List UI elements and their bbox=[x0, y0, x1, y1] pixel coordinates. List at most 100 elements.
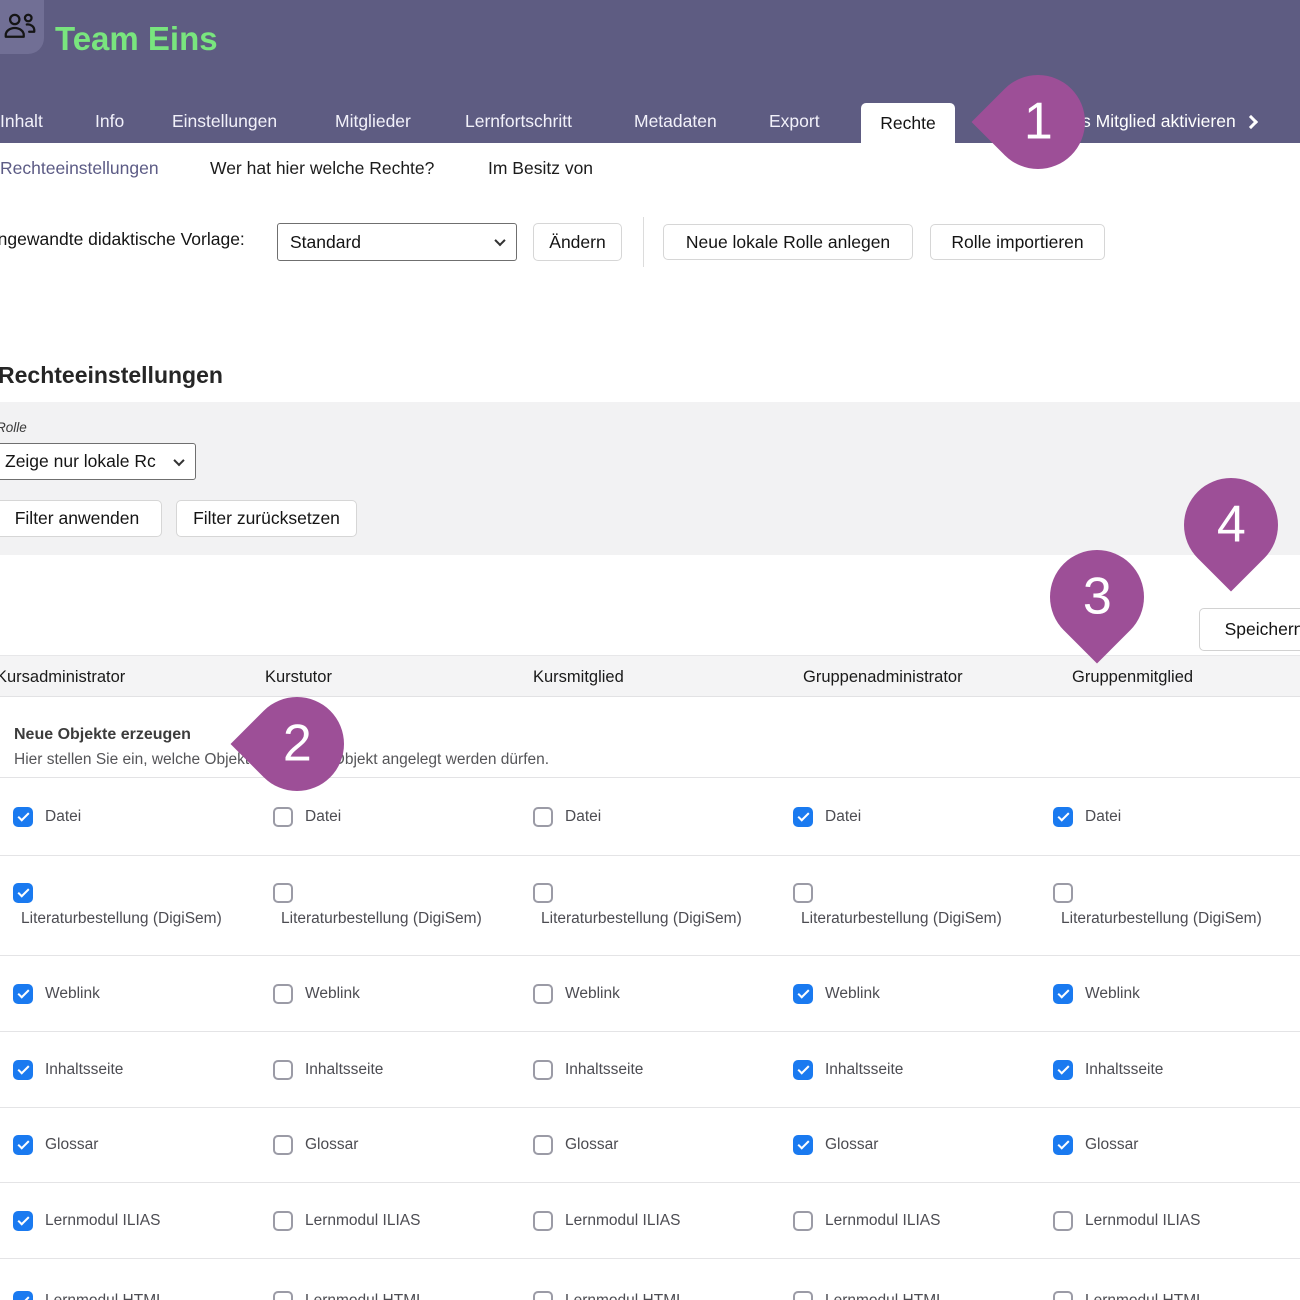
permission-checkbox[interactable] bbox=[533, 1291, 553, 1300]
check-icon bbox=[17, 1213, 29, 1225]
page-header: Team Eins Inhalt Info Einstellungen Mitg… bbox=[0, 0, 1300, 143]
permission-checkbox[interactable] bbox=[793, 984, 813, 1004]
permission-checkbox[interactable] bbox=[13, 1291, 33, 1300]
permission-checkbox[interactable] bbox=[13, 984, 33, 1004]
role-filter-label: Rolle bbox=[0, 420, 27, 435]
didactic-template-select[interactable]: Standard bbox=[277, 223, 517, 261]
filter-apply-button[interactable]: Filter anwenden bbox=[0, 500, 162, 537]
column-header-2: Kurstutor bbox=[265, 656, 332, 698]
permission-cell: Glossar bbox=[793, 1108, 878, 1182]
permission-checkbox[interactable] bbox=[533, 984, 553, 1004]
permission-cell: Lernmodul ILIAS bbox=[13, 1183, 160, 1258]
permission-row: WeblinkWeblinkWeblinkWeblinkWeblink bbox=[0, 956, 1300, 1032]
tab-export[interactable]: Export bbox=[769, 100, 820, 143]
permission-checkbox[interactable] bbox=[1053, 1291, 1073, 1300]
permission-checkbox[interactable] bbox=[13, 1060, 33, 1080]
permission-checkbox[interactable] bbox=[793, 1060, 813, 1080]
chevron-down-icon bbox=[494, 235, 505, 246]
permission-checkbox[interactable] bbox=[13, 1135, 33, 1155]
permission-checkbox[interactable] bbox=[1053, 807, 1073, 827]
permission-checkbox[interactable] bbox=[1053, 1135, 1073, 1155]
permission-label: Literaturbestellung (DigiSem) bbox=[21, 910, 222, 928]
permission-checkbox[interactable] bbox=[533, 807, 553, 827]
check-icon bbox=[1057, 1138, 1069, 1150]
permission-checkbox[interactable] bbox=[533, 883, 553, 903]
permission-label: Inhaltsseite bbox=[1085, 1061, 1163, 1079]
permission-cell: Inhaltsseite bbox=[533, 1032, 643, 1107]
subtab-im-besitz-von[interactable]: Im Besitz von bbox=[488, 143, 593, 193]
permission-label: Glossar bbox=[565, 1136, 618, 1154]
permission-label: Lernmodul HTML bbox=[825, 1292, 945, 1300]
permission-label: Lernmodul HTML bbox=[305, 1292, 425, 1300]
check-icon bbox=[797, 809, 809, 821]
permission-checkbox[interactable] bbox=[273, 1060, 293, 1080]
permission-checkbox[interactable] bbox=[533, 1135, 553, 1155]
permission-label: Literaturbestellung (DigiSem) bbox=[541, 910, 742, 928]
permission-checkbox[interactable] bbox=[793, 1211, 813, 1231]
permission-rows: DateiDateiDateiDateiDateiLiteraturbestel… bbox=[0, 778, 1300, 1300]
permission-label: Datei bbox=[45, 808, 81, 826]
permission-checkbox[interactable] bbox=[13, 883, 33, 903]
permission-checkbox[interactable] bbox=[13, 807, 33, 827]
permission-label: Inhaltsseite bbox=[45, 1061, 123, 1079]
check-icon bbox=[17, 1062, 29, 1074]
tab-metadaten[interactable]: Metadaten bbox=[634, 100, 717, 143]
tab-lernfortschritt[interactable]: Lernfortschritt bbox=[465, 100, 572, 143]
permission-checkbox[interactable] bbox=[273, 1211, 293, 1231]
permission-checkbox[interactable] bbox=[273, 1291, 293, 1300]
check-icon bbox=[797, 1138, 809, 1150]
tab-mitglieder[interactable]: Mitglieder bbox=[335, 100, 411, 143]
permission-checkbox[interactable] bbox=[273, 1135, 293, 1155]
marker-4-number: 4 bbox=[1217, 499, 1246, 551]
permission-label: Datei bbox=[825, 808, 861, 826]
import-role-button[interactable]: Rolle importieren bbox=[930, 224, 1105, 260]
permission-checkbox[interactable] bbox=[1053, 1211, 1073, 1231]
permission-row: GlossarGlossarGlossarGlossarGlossar bbox=[0, 1108, 1300, 1183]
subtab-rechteeinstellungen[interactable]: Rechteeinstellungen bbox=[0, 143, 159, 193]
member-action-link[interactable]: s Mitglied aktivieren bbox=[1082, 100, 1256, 143]
permission-label: Lernmodul ILIAS bbox=[305, 1212, 420, 1230]
permission-checkbox[interactable] bbox=[793, 1135, 813, 1155]
permission-cell: Glossar bbox=[273, 1108, 358, 1182]
permission-label: Weblink bbox=[825, 985, 880, 1003]
permission-checkbox[interactable] bbox=[273, 984, 293, 1004]
column-header-5: Gruppenmitglied bbox=[1072, 656, 1193, 698]
permission-checkbox[interactable] bbox=[533, 1060, 553, 1080]
check-icon bbox=[797, 986, 809, 998]
check-icon bbox=[17, 1294, 29, 1300]
permission-checkbox[interactable] bbox=[13, 1211, 33, 1231]
permission-checkbox[interactable] bbox=[1053, 984, 1073, 1004]
permission-checkbox[interactable] bbox=[793, 1291, 813, 1300]
permission-checkbox[interactable] bbox=[273, 807, 293, 827]
permission-cell: Inhaltsseite bbox=[13, 1032, 123, 1107]
permission-cell: Datei bbox=[13, 778, 81, 855]
filter-reset-button[interactable]: Filter zurücksetzen bbox=[176, 500, 357, 537]
tab-einstellungen[interactable]: Einstellungen bbox=[172, 100, 277, 143]
permission-checkbox[interactable] bbox=[533, 1211, 553, 1231]
permission-checkbox[interactable] bbox=[793, 807, 813, 827]
permission-checkbox[interactable] bbox=[1053, 1060, 1073, 1080]
permission-cell: Literaturbestellung (DigiSem) bbox=[1053, 856, 1262, 955]
permission-checkbox[interactable] bbox=[1053, 883, 1073, 903]
object-icon-box bbox=[0, 0, 44, 54]
permission-checkbox[interactable] bbox=[273, 883, 293, 903]
permission-label: Weblink bbox=[565, 985, 620, 1003]
page-title: Team Eins bbox=[55, 20, 218, 58]
permission-cell: Lernmodul ILIAS bbox=[533, 1183, 680, 1258]
save-button[interactable]: Speichern bbox=[1199, 608, 1300, 651]
new-local-role-button[interactable]: Neue lokale Rolle anlegen bbox=[663, 224, 913, 260]
change-template-button[interactable]: Ändern bbox=[533, 223, 622, 261]
tab-inhalt[interactable]: Inhalt bbox=[0, 100, 43, 143]
permission-cell: Weblink bbox=[273, 956, 360, 1031]
permission-checkbox[interactable] bbox=[793, 883, 813, 903]
role-filter-select[interactable]: Zeige nur lokale Rc bbox=[0, 443, 196, 480]
tab-info[interactable]: Info bbox=[95, 100, 124, 143]
permission-cell: Weblink bbox=[533, 956, 620, 1031]
permission-label: Datei bbox=[565, 808, 601, 826]
group-icon bbox=[2, 10, 38, 44]
tab-rechte[interactable]: Rechte bbox=[861, 103, 955, 143]
role-filter-select-value: Zeige nur lokale Rc bbox=[5, 451, 156, 472]
subtab-wer-hat-rechte[interactable]: Wer hat hier welche Rechte? bbox=[210, 143, 434, 193]
permission-cell: Lernmodul HTML bbox=[13, 1259, 165, 1300]
permission-cell: Literaturbestellung (DigiSem) bbox=[533, 856, 742, 955]
